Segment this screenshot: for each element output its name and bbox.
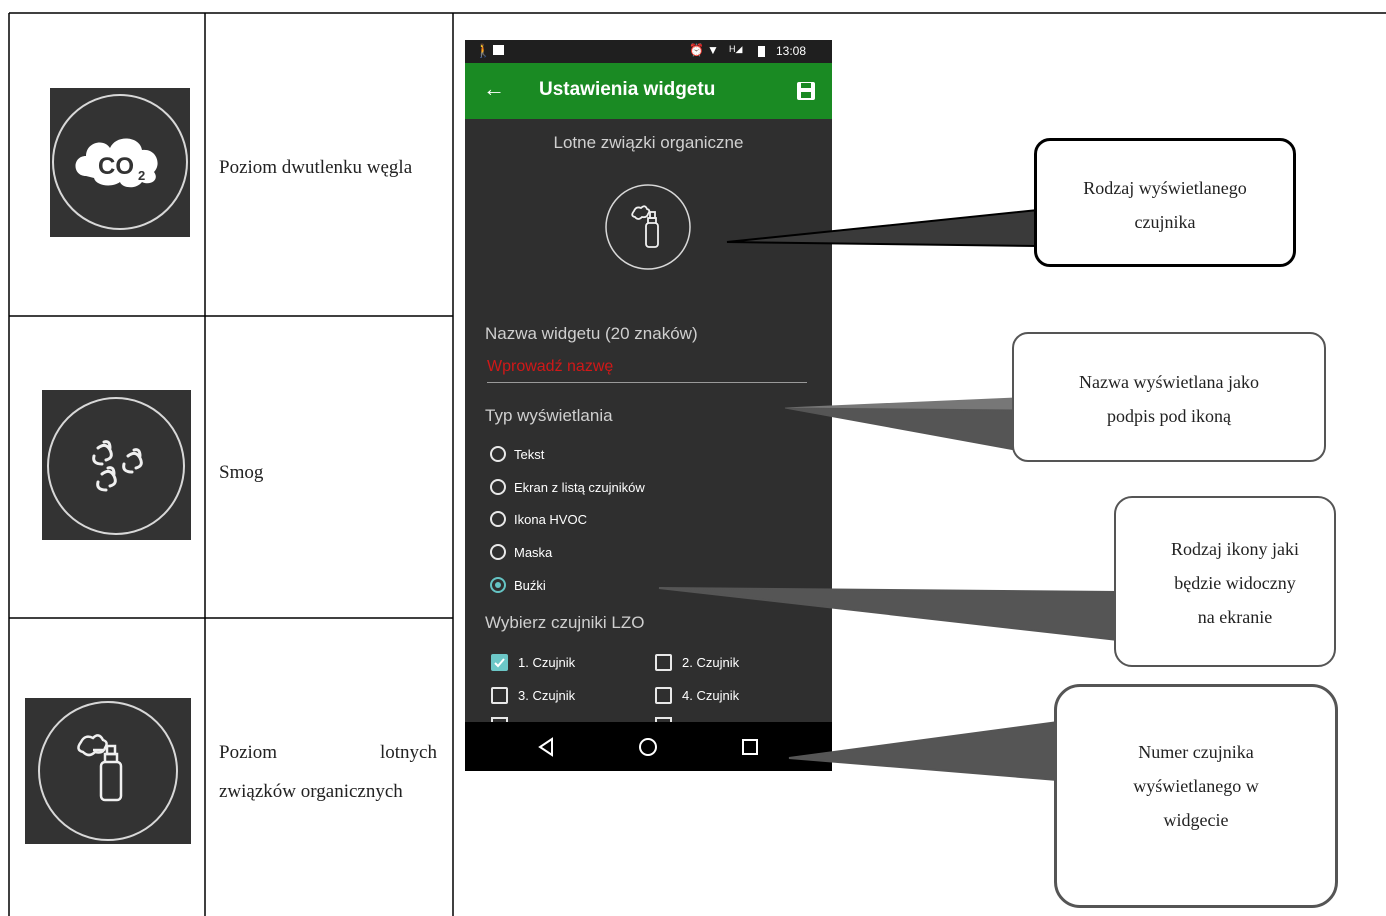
status-time: 13:08 (776, 44, 807, 58)
row-voc-description-line1: Poziom lotnych (219, 742, 437, 764)
app-bar-title: Ustawienia widgetu (539, 79, 716, 100)
navigation-bar (465, 722, 832, 771)
spray-can-icon (38, 701, 178, 841)
row-co2-description: Poziom dwutlenku węgla (219, 157, 413, 178)
callout-sensor-number-line1: Numer czujnika (1138, 742, 1254, 762)
callout-icon-type-line1: Rodzaj ikony jaki (1171, 539, 1299, 559)
sensor-checkbox-1[interactable]: 1. Czujnik (491, 651, 575, 673)
callout-icon-type-line2: będzie widoczny (1174, 573, 1296, 594)
checkbox[interactable] (655, 686, 672, 704)
sensor-checkbox-4[interactable]: 4. Czujnik (655, 684, 739, 706)
save-icon[interactable] (795, 80, 817, 102)
checkbox-label: 3. Czujnik (518, 687, 576, 703)
callout-sensor-number-line3: widgecie (1163, 810, 1229, 831)
radio-circle[interactable] (490, 511, 506, 527)
radio-circle[interactable] (490, 446, 506, 462)
back-arrow-icon[interactable]: ← (483, 76, 505, 102)
alarm-icon: ⏰ (689, 43, 704, 57)
walking-icon: 🚶 (475, 43, 492, 58)
row-voc-word-1: Poziom (219, 742, 278, 763)
callout-sensor-type-line2: czujnika (1134, 212, 1196, 233)
radio-circle-selected[interactable] (490, 577, 506, 593)
row-smog-description: Smog (219, 462, 264, 483)
radio-maska[interactable]: Maska (490, 541, 552, 563)
checkbox-label: 1. Czujnik (518, 654, 576, 670)
row-voc-description-line2: związków organicznych (219, 781, 403, 802)
status-bar: 🚶 ⏰ ▼ H◢ 13:08 (465, 40, 832, 63)
smog-icon-tile (42, 390, 191, 540)
nav-back-icon[interactable] (537, 737, 555, 757)
app-bar: ← Ustawienia widgetu (465, 63, 832, 119)
radio-label: Tekst (514, 446, 545, 462)
svg-text:2: 2 (138, 168, 145, 183)
radio-ekran[interactable]: Ekran z listą czujników (490, 476, 645, 498)
callout-name-line1: Nazwa wyświetlana jako (1079, 372, 1259, 392)
image-notification-icon (493, 45, 504, 55)
radio-label: Ekran z listą czujników (514, 479, 645, 495)
nav-recents-icon[interactable] (741, 738, 759, 756)
phone-screenshot: 🚶 ⏰ ▼ H◢ 13:08 ← Ustawienia widgetu Lotn… (465, 40, 832, 771)
sensor-checkbox-2[interactable]: 2. Czujnik (655, 651, 739, 673)
radio-circle[interactable] (490, 544, 506, 560)
svg-text:CO: CO (98, 153, 134, 180)
radio-ikona-hvoc[interactable]: Ikona HVOC (490, 508, 587, 530)
radio-label: Maska (514, 544, 553, 560)
callout-name-line2: podpis pod ikoną (1107, 406, 1231, 427)
co2-cloud-icon: CO 2 (52, 94, 188, 230)
callout-sensor-number-line2: wyświetlanego w (1133, 776, 1259, 797)
widget-name-label: Nazwa widgetu (20 znaków) (485, 324, 698, 343)
nav-home-icon[interactable] (638, 737, 658, 757)
widget-name-input[interactable]: Wprowadź nazwę (487, 358, 807, 383)
radio-buzki[interactable]: Buźki (490, 574, 546, 596)
wifi-icon: ▼ (707, 43, 719, 57)
checkbox[interactable] (655, 653, 672, 671)
checkbox[interactable] (491, 686, 508, 704)
smog-icon (47, 397, 185, 535)
row-voc-word-2: lotnych (380, 742, 437, 763)
display-type-label: Typ wyświetlania (485, 406, 613, 425)
battery-icon (758, 46, 765, 57)
checkbox-checked[interactable] (491, 653, 508, 671)
callout-icon-type: Rodzaj ikony jaki będzie widoczny na ekr… (1114, 496, 1336, 667)
radio-tekst[interactable]: Tekst (490, 443, 544, 465)
voc-icon-tile (25, 698, 191, 844)
signal-icon: H◢ (729, 44, 743, 54)
radio-label: Buźki (514, 577, 546, 593)
checkbox-label: 4. Czujnik (682, 687, 740, 703)
checkmark-icon (494, 657, 505, 667)
radio-circle[interactable] (490, 479, 506, 495)
callout-sensor-type: Rodzaj wyświetlanego czujnika (1034, 138, 1296, 267)
callout-sensor-type-line1: Rodzaj wyświetlanego (1083, 178, 1247, 198)
radio-label: Ikona HVOC (514, 511, 587, 527)
co2-icon-tile: CO 2 (50, 88, 190, 237)
sensor-checkbox-3[interactable]: 3. Czujnik (491, 684, 575, 706)
sensors-label: Wybierz czujniki LZO (485, 613, 645, 632)
callout-widget-name: Nazwa wyświetlana jako podpis pod ikoną (1012, 332, 1326, 462)
sensor-type-title: Lotne związki organiczne (553, 133, 744, 152)
sensor-spray-can-icon[interactable] (604, 183, 692, 271)
checkbox-label: 2. Czujnik (682, 654, 740, 670)
callout-icon-type-line3: na ekranie (1197, 607, 1273, 628)
callout-sensor-number: Numer czujnika wyświetlanego w widgecie (1054, 684, 1338, 908)
